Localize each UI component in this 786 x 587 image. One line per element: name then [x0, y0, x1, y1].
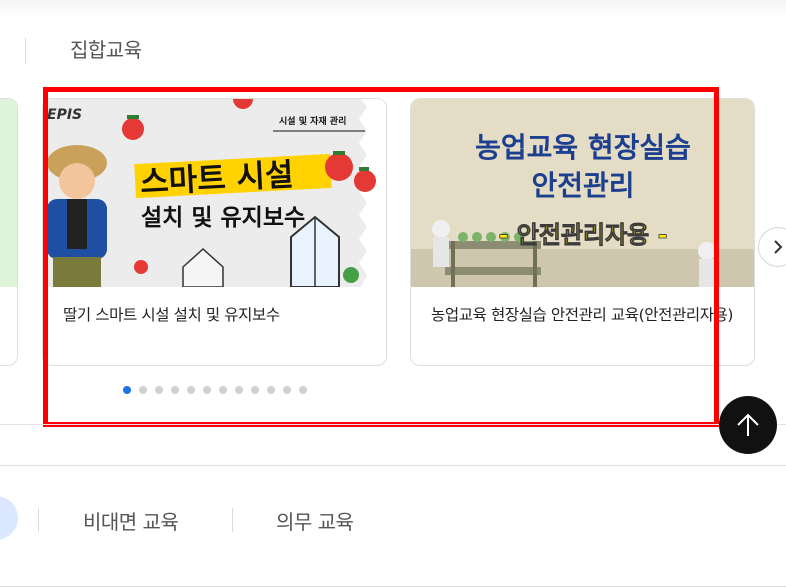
section-separator [0, 424, 786, 425]
previous-card-thumb [0, 99, 17, 287]
epis-logo: EPIS [47, 107, 82, 123]
header-divider [25, 38, 26, 64]
thumb-line1: 농업교육 현장실습 [475, 131, 691, 164]
thumb-line3: - 안전관리자용 - [498, 221, 667, 249]
chevron-right-icon [774, 240, 783, 254]
thumb-corner-tag: 시설 및 자재 관리 [279, 115, 346, 127]
pagination-dot[interactable] [123, 386, 131, 394]
carousel-pagination [123, 386, 307, 394]
pagination-dot[interactable] [155, 386, 163, 394]
pagination-dot[interactable] [267, 386, 275, 394]
course-title[interactable]: 농업교육 현장실습 안전관리 교육(안전관리자용) [431, 303, 736, 327]
pagination-dot[interactable] [187, 386, 195, 394]
scroll-top-button[interactable] [719, 396, 777, 454]
course-card[interactable]: EPIS 시설 및 자재 관리 스마트 시설 설치 및 유지보수 딸기 스마트 … [42, 98, 387, 366]
carousel-next-button[interactable] [758, 227, 786, 267]
pagination-dot[interactable] [251, 386, 259, 394]
top-fade [0, 0, 786, 18]
safety-training-thumbnail-art: 농업교육 현장실습 안전관리 - 안전관리자용 - [411, 99, 754, 287]
course-thumbnail: 농업교육 현장실습 안전관리 - 안전관리자용 - [411, 99, 754, 287]
pagination-dot[interactable] [283, 386, 291, 394]
tab-mandatory-education[interactable]: 의무 교육 [276, 506, 354, 535]
tab-divider [232, 508, 233, 532]
tab-online-education[interactable]: 비대면 교육 [83, 506, 179, 535]
thumb-line2: 안전관리 [531, 169, 634, 202]
course-thumbnail: EPIS 시설 및 자재 관리 스마트 시설 설치 및 유지보수 [43, 99, 386, 287]
pagination-dot[interactable] [171, 386, 179, 394]
course-card[interactable]: 농업교육 현장실습 안전관리 - 안전관리자용 - 농업교육 현장실습 안전관리… [410, 98, 755, 366]
section-title: 집합교육 [70, 38, 142, 62]
tab-divider [38, 508, 39, 532]
pagination-dot[interactable] [219, 386, 227, 394]
pagination-dot[interactable] [139, 386, 147, 394]
pagination-dot[interactable] [235, 386, 243, 394]
arrow-up-icon [737, 413, 759, 436]
pagination-dot[interactable] [299, 386, 307, 394]
pagination-dot[interactable] [203, 386, 211, 394]
course-title[interactable]: 딸기 스마트 시설 설치 및 유지보수 [63, 303, 368, 327]
previous-card-partial[interactable] [0, 98, 18, 366]
thumb-subline: 설치 및 유지보수 [141, 205, 305, 231]
strawberry-thumbnail-art: EPIS 시설 및 자재 관리 스마트 시설 설치 및 유지보수 [43, 99, 386, 287]
